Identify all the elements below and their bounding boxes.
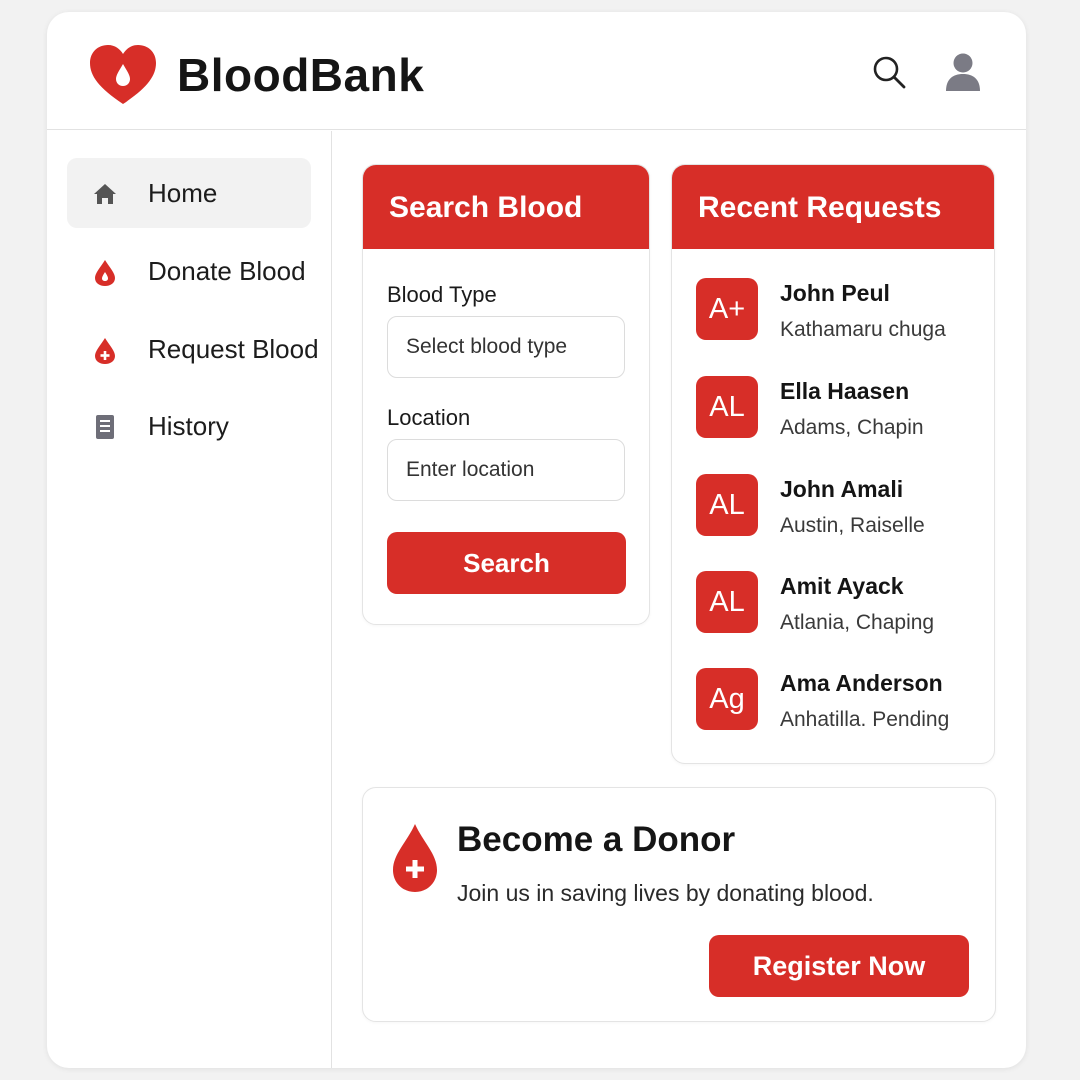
user-icon[interactable] bbox=[944, 52, 982, 92]
requester-location: Austin, Raiselle bbox=[780, 514, 925, 537]
requester-name: Ama Anderson bbox=[780, 670, 943, 696]
blood-drop-plus-icon bbox=[95, 338, 115, 364]
document-icon bbox=[96, 415, 114, 439]
recent-requests-card: Recent Requests A+ John Peul Kathamaru c… bbox=[671, 164, 995, 764]
blood-type-badge: A+ bbox=[696, 278, 758, 340]
brand-name: BloodBank bbox=[177, 49, 425, 101]
card-header: Search Blood bbox=[363, 165, 649, 249]
request-item[interactable]: AL John Amali Austin, Raiselle bbox=[696, 474, 986, 540]
requester-location: Kathamaru chuga bbox=[780, 318, 946, 341]
request-item[interactable]: AL Ella Haasen Adams, Chapin bbox=[696, 376, 986, 442]
sidebar-item-home[interactable]: Home bbox=[67, 158, 311, 228]
sidebar-item-label: Request Blood bbox=[148, 334, 319, 364]
sidebar-item-history[interactable]: History bbox=[67, 391, 311, 461]
heart-logo-icon bbox=[90, 45, 156, 104]
app-window: BloodBank Home Donate Blood Request Bloo… bbox=[47, 12, 1026, 1068]
request-item[interactable]: A+ John Peul Kathamaru chuga bbox=[696, 278, 986, 344]
location-label: Location bbox=[387, 405, 471, 430]
blood-type-badge: AL bbox=[696, 474, 758, 536]
blood-drop-plus-icon bbox=[393, 824, 437, 892]
requester-name: John Peul bbox=[780, 280, 890, 306]
home-icon bbox=[94, 184, 116, 204]
search-button[interactable]: Search bbox=[387, 532, 626, 594]
search-icon[interactable] bbox=[871, 54, 907, 90]
blood-type-badge: Ag bbox=[696, 668, 758, 730]
blood-type-badge: AL bbox=[696, 571, 758, 633]
header: BloodBank bbox=[47, 12, 1026, 130]
register-now-button[interactable]: Register Now bbox=[709, 935, 969, 997]
donor-title: Become a Donor bbox=[457, 820, 736, 859]
requester-location: Adams, Chapin bbox=[780, 416, 924, 439]
location-input[interactable] bbox=[387, 439, 625, 501]
blood-type-label: Blood Type bbox=[387, 282, 497, 307]
search-blood-card: Search Blood Blood Type Location Search bbox=[362, 164, 650, 625]
requester-name: John Amali bbox=[780, 476, 904, 502]
requester-name: Ella Haasen bbox=[780, 378, 910, 404]
blood-drop-icon bbox=[95, 260, 115, 286]
sidebar-item-label: Home bbox=[148, 178, 218, 208]
card-header: Recent Requests bbox=[672, 165, 994, 249]
request-item[interactable]: Ag Ama Anderson Anhatilla. Pending bbox=[696, 668, 986, 734]
sidebar-item-request-blood[interactable]: Request Blood bbox=[67, 314, 319, 384]
requester-location: Atlania, Chaping bbox=[780, 611, 935, 634]
sidebar-item-label: Donate Blood bbox=[148, 256, 306, 286]
card-title: Recent Requests bbox=[698, 191, 942, 224]
blood-type-select[interactable] bbox=[387, 316, 625, 378]
donor-description: Join us in saving lives by donating bloo… bbox=[457, 880, 874, 906]
card-title: Search Blood bbox=[389, 191, 583, 224]
sidebar-item-label: History bbox=[148, 411, 229, 441]
requester-name: Amit Ayack bbox=[780, 573, 904, 599]
sidebar: Home Donate Blood Request Blood History bbox=[47, 131, 332, 1068]
blood-type-badge: AL bbox=[696, 376, 758, 438]
requester-location: Anhatilla. Pending bbox=[780, 708, 950, 731]
sidebar-item-donate-blood[interactable]: Donate Blood bbox=[67, 236, 311, 306]
request-item[interactable]: AL Amit Ayack Atlania, Chaping bbox=[696, 571, 986, 637]
become-donor-card: Become a Donor Join us in saving lives b… bbox=[362, 787, 996, 1022]
